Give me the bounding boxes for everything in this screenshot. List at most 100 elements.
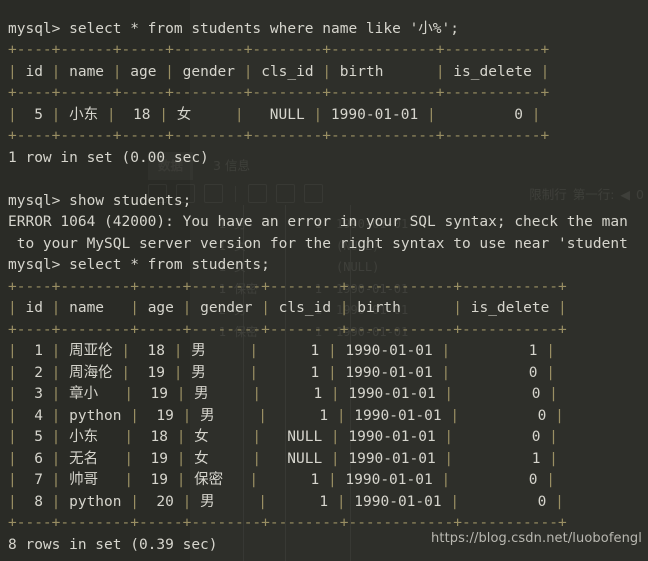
table-cell-separator: | [426, 106, 436, 123]
table-cell-separator: | [51, 343, 61, 359]
table-cell-separator: | [444, 450, 454, 467]
terminal-line-rule: +----+------+-----+--------+--------+---… [8, 40, 648, 62]
table-rule: +----+--------+-----+--------+--------+-… [8, 278, 567, 295]
table-cell-separator: | [8, 364, 17, 381]
table-cell-separator: | [546, 472, 555, 488]
terminal-line-output: 1 row in set (0.00 sec) [8, 149, 209, 166]
table-cell-separator: | [51, 493, 61, 510]
table-cell-separator: | [234, 106, 244, 123]
table-cell-separator: | [130, 407, 139, 424]
table-cell-separator: | [261, 300, 270, 316]
table-cell-separator: | [336, 493, 346, 510]
table-cell-separator: | [441, 364, 451, 381]
table-cell-separator: | [546, 364, 555, 381]
table-cell-separator: | [549, 386, 558, 402]
table-cell-separator: | [258, 493, 267, 510]
table-cell-separator: | [444, 429, 454, 445]
table-cell-separator: | [51, 472, 61, 488]
terminal-line-row: | 4 | python | 19 | 男 | 1 | 1990-01-01 |… [8, 407, 564, 424]
table-cell-separator: | [252, 450, 262, 467]
table-cell-separator: | [8, 386, 17, 402]
table-rule: +----+------+-----+--------+--------+---… [8, 42, 550, 58]
watermark-url: https://blog.csdn.net/luobofengl [431, 531, 642, 546]
terminal-line-rule: +----+--------+-----+--------+--------+-… [8, 320, 648, 342]
terminal-line-command: mysql> show students; [8, 192, 192, 209]
table-cell-separator: | [555, 493, 564, 510]
table-cell-separator: | [176, 386, 186, 402]
terminal-screen[interactable]: Empty set (0.00 sec)mysql> select * from… [0, 0, 648, 561]
table-cell-separator: | [51, 300, 61, 316]
table-cell-separator: | [558, 300, 567, 316]
terminal-line-rule: +----+------+-----+--------+--------+---… [8, 126, 648, 148]
table-cell-separator: | [8, 407, 17, 424]
table-cell-separator: | [444, 386, 454, 402]
table-cell-separator: | [531, 106, 541, 123]
table-cell-separator: | [51, 63, 61, 80]
table-cell-separator: | [252, 386, 262, 402]
terminal-line-error: ERROR 1064 (42000): You have an error in… [8, 214, 628, 230]
terminal-line-row: | 7 | 帅哥 | 19 | 保密 | 1 | 1990-01-01 | 0 … [8, 472, 555, 488]
table-rule: +----+--------+-----+--------+--------+-… [8, 321, 567, 338]
table-cell-separator: | [130, 300, 139, 316]
table-cell-separator: | [327, 472, 337, 488]
table-cell-separator: | [159, 106, 168, 123]
table-cell-separator: | [8, 63, 17, 80]
table-cell-separator: | [51, 450, 61, 467]
table-cell-separator: | [453, 300, 463, 316]
table-cell-separator: | [450, 407, 460, 424]
table-cell-separator: | [182, 493, 192, 510]
table-cell-separator: | [173, 343, 183, 359]
terminal-line-rule: +----+------+-----+--------+--------+---… [8, 83, 648, 105]
table-cell-separator: | [8, 343, 17, 359]
table-cell-separator: | [330, 450, 340, 467]
table-rule: +----+------+-----+--------+--------+---… [8, 128, 550, 144]
table-cell-separator: | [322, 63, 332, 80]
terminal-line-row: | 6 | 无名 | 19 | 女 | NULL | 1990-01-01 | … [8, 450, 558, 467]
terminal-window[interactable]: 数据 3 信息 限制行 第一行: ◀ 0 1 男 1 1990-01-01 1 女 (NUL… [0, 0, 648, 561]
table-cell-separator: | [176, 472, 186, 488]
terminal-line-header: | id | name | age | gender | cls_id | bi… [8, 63, 550, 80]
table-cell-separator: | [327, 364, 337, 381]
table-cell-separator: | [8, 429, 17, 445]
table-cell-separator: | [540, 63, 550, 80]
table-cell-separator: | [249, 343, 259, 359]
table-cell-separator: | [121, 343, 131, 359]
table-cell-separator: | [173, 364, 183, 381]
terminal-line-row: | 8 | python | 20 | 男 | 1 | 1990-01-01 |… [8, 493, 564, 510]
table-cell-separator: | [8, 493, 17, 510]
table-cell-separator: | [182, 407, 192, 424]
table-cell-separator: | [330, 429, 340, 445]
table-cell-separator: | [243, 63, 253, 80]
table-cell-separator: | [51, 429, 61, 445]
table-cell-separator: | [165, 63, 174, 80]
table-cell-separator: | [555, 407, 564, 424]
terminal-line-rule: +----+--------+-----+--------+--------+-… [8, 277, 648, 299]
table-cell-separator: | [51, 106, 61, 123]
table-cell-separator: | [249, 472, 259, 488]
table-cell-separator: | [441, 472, 451, 488]
table-cell-separator: | [435, 63, 445, 80]
table-rule: +----+------+-----+--------+--------+---… [8, 85, 550, 101]
terminal-line-row: | 3 | 章小 | 19 | 男 | 1 | 1990-01-01 | 0 | [8, 386, 558, 402]
table-cell-separator: | [8, 106, 17, 123]
table-cell-separator: | [252, 429, 262, 445]
table-cell-separator: | [51, 407, 61, 424]
table-cell-separator: | [176, 429, 186, 445]
terminal-line-row: | 5 | 小东 | 18 | 女 | NULL | 1990-01-01 | … [8, 429, 558, 445]
terminal-line-command: mysql> select * from students; [8, 257, 270, 273]
terminal-line-row: | 1 | 周亚伦 | 18 | 男 | 1 | 1990-01-01 | 1 … [8, 343, 555, 359]
terminal-line-row: | 2 | 周海伦 | 19 | 男 | 1 | 1990-01-01 | 0 … [8, 364, 555, 381]
table-cell-separator: | [546, 343, 555, 359]
table-cell-separator: | [124, 386, 134, 402]
table-cell-separator: | [249, 364, 259, 381]
table-cell-separator: | [336, 407, 346, 424]
table-cell-separator: | [8, 300, 17, 316]
table-cell-separator: | [8, 450, 17, 467]
terminal-line-row: | 5 | 小东 | 18 | 女 | NULL | 1990-01-01 | … [8, 106, 541, 123]
table-cell-separator: | [441, 343, 451, 359]
table-cell-separator: | [549, 429, 558, 445]
table-cell-separator: | [258, 407, 267, 424]
